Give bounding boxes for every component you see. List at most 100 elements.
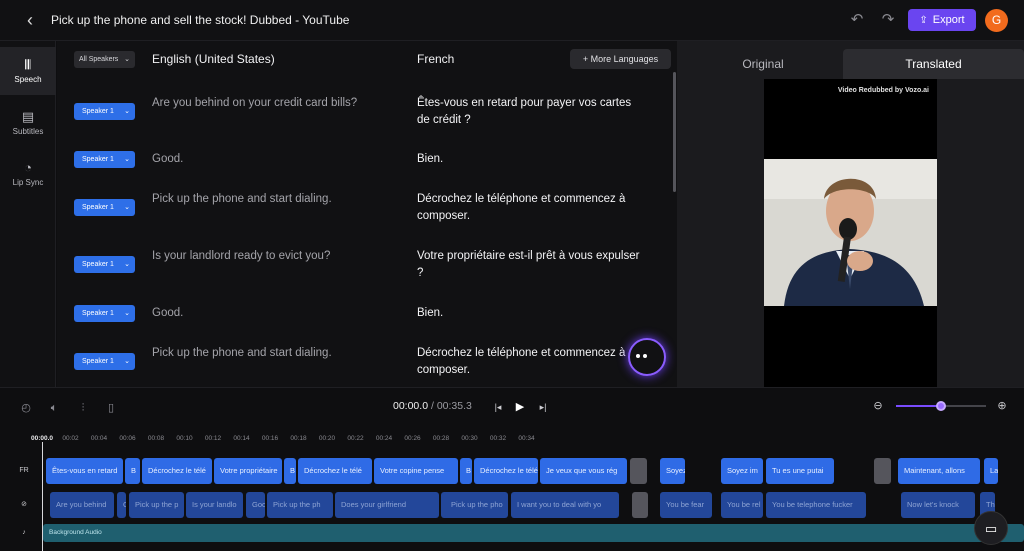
timeline-clip[interactable]: Soyez — [660, 458, 685, 484]
user-avatar[interactable]: G — [985, 9, 1008, 32]
target-text[interactable]: Décrochez le téléphone et commencez à co… — [417, 345, 647, 379]
zoom-slider[interactable] — [896, 401, 986, 411]
video-player[interactable]: Video Redubbed by Vozo.ai — [764, 79, 937, 387]
timeline-clip[interactable]: Votre copine pense — [374, 458, 458, 484]
assistant-orb-icon[interactable] — [628, 338, 666, 376]
timeline-clip[interactable]: Maintenant, allons — [898, 458, 980, 484]
ruler-tick-label: 00:10 — [176, 435, 193, 442]
undo-icon[interactable]: ↶ — [848, 11, 866, 29]
speaker-select[interactable]: Speaker 1 ⌄ — [74, 151, 135, 168]
timeline-clip[interactable]: B — [125, 458, 140, 484]
timeline-clip[interactable]: Décrochez le télé — [474, 458, 538, 484]
tab-original[interactable]: Original — [683, 49, 843, 79]
target-text[interactable]: Décrochez le téléphone et commencez à co… — [417, 191, 647, 225]
source-text[interactable]: Good. — [152, 151, 382, 168]
chevron-down-icon: ⌄ — [124, 204, 130, 211]
zoom-in-icon[interactable]: ⊕ — [994, 398, 1010, 414]
ruler-tick-label: 00:08 — [147, 435, 165, 442]
ruler-tick-label: 00:26 — [404, 435, 421, 442]
export-button[interactable]: ⇪ Export — [908, 9, 976, 31]
timeline-clip[interactable] — [632, 492, 648, 518]
rail-item-lip-sync[interactable]: ◔ Lip Sync — [0, 150, 56, 198]
speed-gauge-icon[interactable]: ◴ — [18, 400, 34, 416]
timeline-clip[interactable]: La — [984, 458, 998, 484]
skip-forward-icon[interactable]: ▸| — [535, 399, 551, 415]
timeline-clip[interactable]: Pick up the pho — [445, 492, 508, 518]
chat-support-icon[interactable]: ▭ — [974, 511, 1008, 545]
target-text[interactable]: Votre propriétaire est-il prêt à vous ex… — [417, 248, 647, 282]
timeline-clip[interactable]: Are you behind — [50, 492, 114, 518]
zoom-out-icon[interactable]: ⊖ — [870, 398, 886, 414]
timeline-clip[interactable]: B — [284, 458, 296, 484]
timeline-clip[interactable]: B — [460, 458, 472, 484]
speaker-select[interactable]: Speaker 1 ⌄ — [74, 256, 135, 273]
tab-translated[interactable]: Translated — [843, 49, 1024, 79]
trash-icon[interactable]: ▯ — [103, 400, 119, 416]
timeline-clip[interactable] — [630, 458, 647, 484]
chevron-down-icon: ⌄ — [124, 261, 130, 268]
more-languages-button[interactable]: + More Languages — [570, 49, 671, 69]
timeline-clip[interactable]: Tu es une putai — [766, 458, 834, 484]
chevron-down-icon: ⌄ — [124, 108, 130, 115]
speaker-filter-dropdown[interactable]: All Speakers ⌄ — [74, 51, 135, 68]
timeline-clip[interactable]: I want you to deal with yo — [511, 492, 619, 518]
original-track-mute-icon[interactable]: ⊘ — [17, 498, 31, 512]
speaker-filter-label: All Speakers — [79, 56, 119, 63]
rail-item-subtitles[interactable]: ▤ Subtitles — [0, 99, 56, 147]
plus-icon: + — [582, 54, 591, 64]
timeline-clip[interactable] — [874, 458, 891, 484]
timeline-clip[interactable]: Pick up the p — [129, 492, 184, 518]
timeline-clip[interactable]: Goo — [246, 492, 265, 518]
rail-item-speech[interactable]: 𝄃𝄃 Speech — [0, 47, 56, 95]
timeline-clip[interactable]: G — [117, 492, 126, 518]
redo-icon[interactable]: ↷ — [879, 11, 897, 29]
timeline-clip[interactable]: Décrochez le télé — [298, 458, 372, 484]
source-text[interactable]: Pick up the phone and start dialing. — [152, 345, 382, 362]
music-note-icon: ♪ — [22, 529, 26, 536]
target-text[interactable]: Bien. — [417, 305, 647, 322]
ruler-tick-label: 00:18 — [290, 435, 307, 442]
orb-eye-icon — [636, 354, 640, 358]
play-button[interactable]: ▶ — [512, 399, 528, 415]
source-text[interactable]: Is your landlord ready to evict you? — [152, 248, 382, 265]
speaker-select[interactable]: Speaker 1 ⌄ — [74, 103, 135, 120]
timeline-clip[interactable]: Now let's knock — [901, 492, 975, 518]
source-text[interactable]: Good. — [152, 305, 382, 322]
timeline-clip[interactable]: Soyez im — [721, 458, 763, 484]
timeline-clip[interactable]: Je veux que vous rég — [540, 458, 627, 484]
ruler-tick-label: 00:02 — [62, 435, 79, 442]
skip-back-icon[interactable]: |◂ — [490, 399, 506, 415]
target-language-header: French — [417, 52, 455, 66]
ruler-tick-label: 00:34 — [518, 435, 535, 442]
transcript-scrollbar[interactable] — [673, 72, 676, 192]
ruler-tick-label: 00:00.0 — [30, 435, 54, 442]
timeline-clip[interactable]: You be rel — [721, 492, 763, 518]
target-text[interactable]: Bien. — [417, 151, 647, 168]
timeline-clip[interactable]: Does your girlfriend — [335, 492, 439, 518]
timeline-clip[interactable]: Décrochez le télé — [142, 458, 212, 484]
equalizer-icon[interactable]: ⫶ — [75, 400, 91, 416]
back-arrow-icon[interactable]: ‹ — [20, 10, 40, 30]
video-watermark: Video Redubbed by Vozo.ai — [837, 87, 929, 94]
speaker-label: Speaker 1 — [82, 204, 114, 211]
timeline-clip[interactable]: Pick up the ph — [267, 492, 333, 518]
target-text[interactable]: Êtes-vous en retard pour payer vos carte… — [417, 95, 647, 129]
timeline-clip[interactable]: Êtes-vous en retard — [46, 458, 123, 484]
speaker-select[interactable]: Speaker 1 ⌄ — [74, 353, 135, 370]
background-audio-track[interactable]: Background Audio — [43, 524, 1024, 542]
upload-icon: ⇪ — [919, 15, 928, 26]
timeline-clip[interactable]: Is your landlo — [186, 492, 243, 518]
timeline-clip[interactable]: You be fear — [660, 492, 712, 518]
zoom-slider-knob[interactable] — [936, 401, 946, 411]
speaker-select[interactable]: Speaker 1 ⌄ — [74, 305, 135, 322]
speaker-select[interactable]: Speaker 1 ⌄ — [74, 199, 135, 216]
source-text[interactable]: Pick up the phone and start dialing. — [152, 191, 382, 208]
timeline-clip[interactable]: You be telephone fucker — [766, 492, 866, 518]
ruler-tick-label: 00:20 — [318, 435, 336, 442]
ruler-tick-label: 00:30 — [461, 435, 478, 442]
volume-icon[interactable]: 🔈︎ — [46, 400, 62, 416]
source-text[interactable]: Are you behind on your credit card bills… — [152, 95, 382, 112]
ruler-tick-label: 00:32 — [489, 435, 507, 442]
timeline-clip[interactable]: Votre propriétaire — [214, 458, 282, 484]
chevron-down-icon: ⌄ — [124, 310, 130, 317]
